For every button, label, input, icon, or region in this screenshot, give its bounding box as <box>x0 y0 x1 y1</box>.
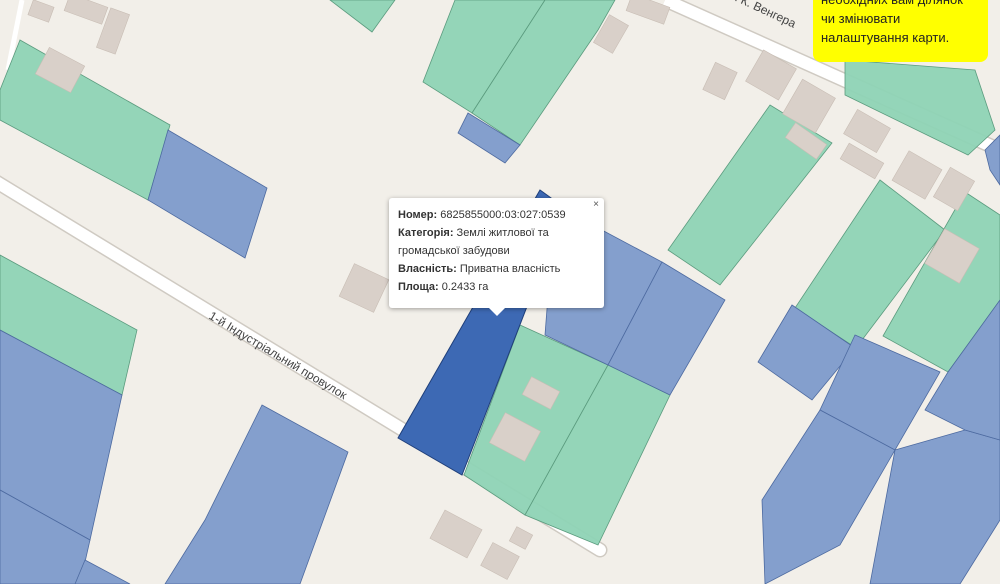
parcel-info-popup: × Номер: 6825855000:03:027:0539 Категорі… <box>389 198 604 316</box>
ownership-label: Власність: <box>398 263 457 275</box>
notice-line: чи змінювати <box>821 11 901 26</box>
ownership-row: Власність: Приватна власність <box>398 260 595 278</box>
area-value: 0.2433 га <box>441 281 489 293</box>
number-row: Номер: 6825855000:03:027:0539 <box>398 206 595 224</box>
popup-tip <box>489 308 505 316</box>
category-value: Землі житлової та <box>456 227 549 239</box>
notice-line: необхідних вам ділянок <box>821 0 980 9</box>
notice-banner: необхідних вам ділянок чи змінювати нала… <box>813 0 988 62</box>
ownership-value: Приватна власність <box>459 263 561 275</box>
number-label: Номер: <box>398 209 438 221</box>
notice-line: налаштування карти. <box>821 30 950 45</box>
close-icon[interactable]: × <box>591 199 601 211</box>
category-row: Категорія: Землі житлової та <box>398 224 595 242</box>
category-label: Категорія: <box>398 227 454 239</box>
area-label: Площа: <box>398 281 439 293</box>
number-value: 6825855000:03:027:0539 <box>440 209 566 221</box>
category-value-continued: громадської забудови <box>398 245 510 257</box>
area-row: Площа: 0.2433 га <box>398 278 595 296</box>
